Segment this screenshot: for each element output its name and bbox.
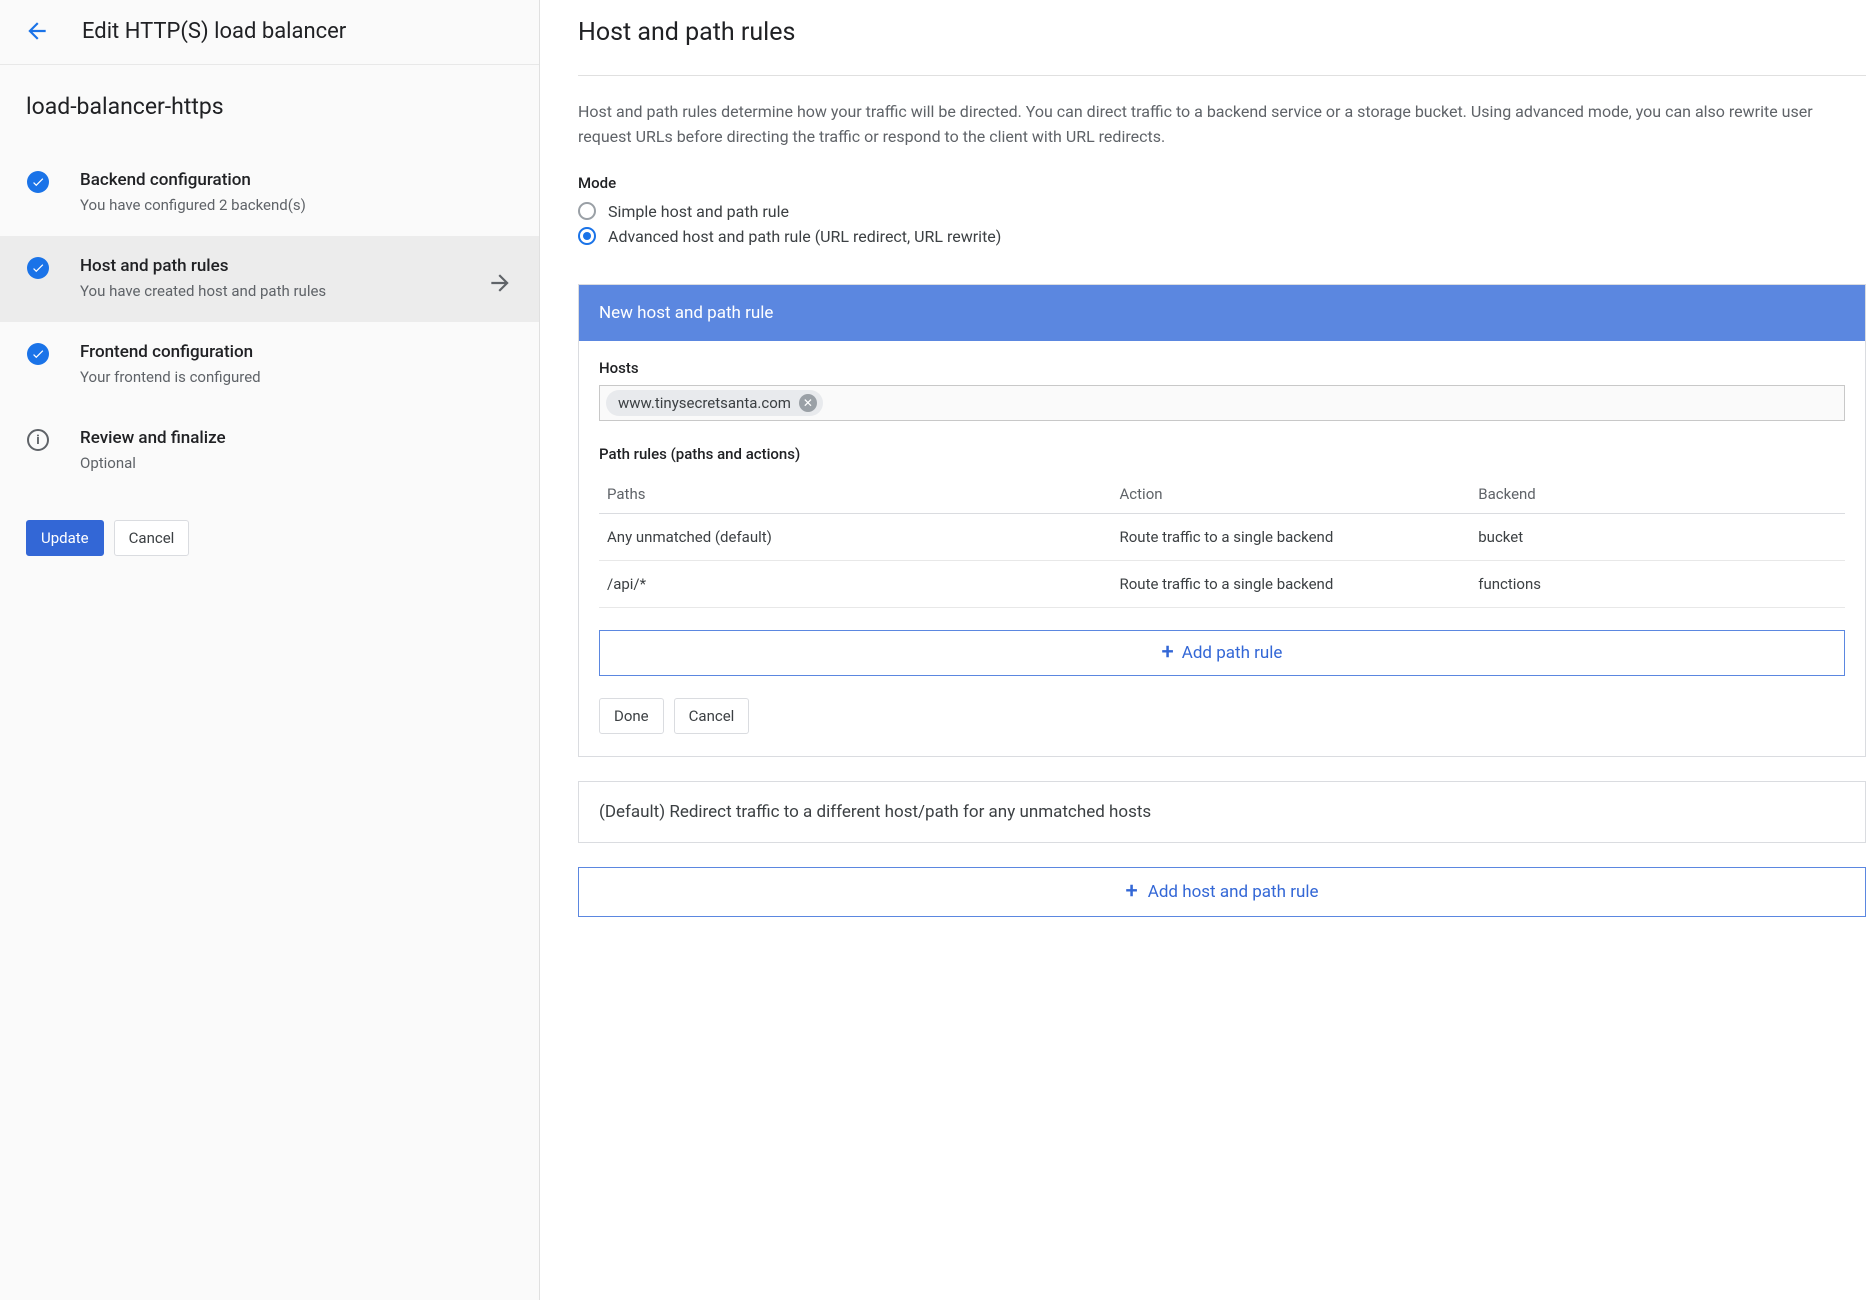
rule-cancel-button[interactable]: Cancel bbox=[674, 698, 750, 734]
left-panel: Edit HTTP(S) load balancer load-balancer… bbox=[0, 0, 540, 1300]
mode-simple-radio[interactable]: Simple host and path rule bbox=[578, 202, 1866, 221]
mode-advanced-radio[interactable]: Advanced host and path rule (URL redirec… bbox=[578, 227, 1866, 246]
cell-action: Route traffic to a single backend bbox=[1120, 528, 1479, 546]
check-icon bbox=[26, 342, 50, 366]
add-path-rule-button[interactable]: + Add path rule bbox=[599, 630, 1845, 676]
path-rules-table: Paths Action Backend Any unmatched (defa… bbox=[599, 475, 1845, 608]
section-title: Host and path rules bbox=[578, 18, 1866, 47]
hosts-input[interactable]: www.tinysecretsanta.com ✕ bbox=[599, 385, 1845, 421]
cell-paths: Any unmatched (default) bbox=[607, 528, 1120, 546]
rule-header: New host and path rule bbox=[579, 285, 1865, 341]
step-subtitle: Optional bbox=[80, 454, 513, 472]
page-title: Edit HTTP(S) load balancer bbox=[82, 19, 346, 44]
radio-label: Advanced host and path rule (URL redirec… bbox=[608, 227, 1001, 246]
step-review-and-finalize[interactable]: i Review and finalize Optional bbox=[0, 408, 539, 494]
button-label: Add path rule bbox=[1182, 643, 1283, 663]
new-rule-block: New host and path rule Hosts www.tinysec… bbox=[578, 284, 1866, 757]
section-description: Host and path rules determine how your t… bbox=[578, 100, 1866, 150]
add-host-and-path-rule-button[interactable]: + Add host and path rule bbox=[578, 867, 1866, 917]
done-button[interactable]: Done bbox=[599, 698, 664, 734]
step-title: Review and finalize bbox=[80, 428, 513, 448]
col-action: Action bbox=[1120, 485, 1479, 503]
col-backend: Backend bbox=[1478, 485, 1837, 503]
mode-label: Mode bbox=[578, 174, 1866, 192]
cell-backend: functions bbox=[1478, 575, 1837, 593]
path-rules-label: Path rules (paths and actions) bbox=[599, 445, 1845, 463]
check-icon bbox=[26, 256, 50, 280]
step-host-and-path-rules[interactable]: Host and path rules You have created hos… bbox=[0, 236, 539, 322]
right-panel: Host and path rules Host and path rules … bbox=[540, 0, 1870, 1300]
step-title: Frontend configuration bbox=[80, 342, 513, 362]
button-label: Add host and path rule bbox=[1148, 882, 1319, 902]
resource-name: load-balancer-https bbox=[0, 65, 539, 150]
remove-chip-icon[interactable]: ✕ bbox=[799, 394, 817, 412]
col-paths: Paths bbox=[607, 485, 1120, 503]
radio-icon bbox=[578, 202, 596, 220]
radio-icon bbox=[578, 227, 596, 245]
step-backend-configuration[interactable]: Backend configuration You have configure… bbox=[0, 150, 539, 236]
info-icon: i bbox=[26, 428, 50, 452]
cell-action: Route traffic to a single backend bbox=[1120, 575, 1479, 593]
step-subtitle: You have configured 2 backend(s) bbox=[80, 196, 513, 214]
cancel-button[interactable]: Cancel bbox=[114, 520, 190, 556]
cell-paths: /api/* bbox=[607, 575, 1120, 593]
cell-backend: bucket bbox=[1478, 528, 1837, 546]
default-rule-row[interactable]: (Default) Redirect traffic to a differen… bbox=[578, 781, 1866, 843]
update-button[interactable]: Update bbox=[26, 520, 104, 556]
divider bbox=[578, 75, 1866, 76]
step-title: Host and path rules bbox=[80, 256, 487, 276]
step-title: Backend configuration bbox=[80, 170, 513, 190]
table-row[interactable]: Any unmatched (default) Route traffic to… bbox=[599, 514, 1845, 561]
host-chip: www.tinysecretsanta.com ✕ bbox=[606, 390, 823, 416]
table-row[interactable]: /api/* Route traffic to a single backend… bbox=[599, 561, 1845, 608]
check-icon bbox=[26, 170, 50, 194]
hosts-label: Hosts bbox=[599, 359, 1845, 377]
step-frontend-configuration[interactable]: Frontend configuration Your frontend is … bbox=[0, 322, 539, 408]
back-arrow-icon[interactable] bbox=[24, 18, 50, 44]
step-subtitle: You have created host and path rules bbox=[80, 282, 487, 300]
step-subtitle: Your frontend is configured bbox=[80, 368, 513, 386]
radio-label: Simple host and path rule bbox=[608, 202, 789, 221]
chip-text: www.tinysecretsanta.com bbox=[618, 394, 791, 412]
arrow-right-icon bbox=[487, 270, 513, 296]
